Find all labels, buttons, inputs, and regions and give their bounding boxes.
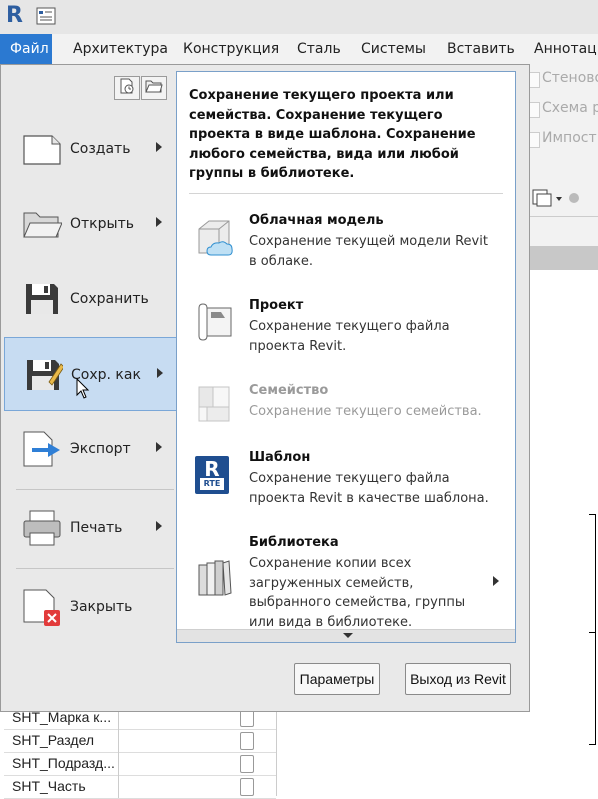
menu-separator bbox=[16, 568, 174, 569]
table-cell: SHT_Раздел bbox=[12, 732, 95, 748]
open-folder-icon bbox=[23, 212, 62, 238]
modify-tools-icon[interactable] bbox=[532, 188, 580, 208]
chevron-right-icon bbox=[156, 142, 162, 152]
panel-heading: Сохранение текущего проекта или семейств… bbox=[189, 88, 476, 181]
menu-item-label: Закрыть bbox=[70, 599, 133, 615]
menu-item-close[interactable]: Закрыть bbox=[4, 570, 178, 644]
library-icon bbox=[198, 560, 232, 596]
option-title: Облачная модель bbox=[249, 213, 384, 228]
row-checkbox[interactable] bbox=[240, 778, 254, 796]
save-option-template[interactable]: R RTE Шаблон Сохранение текущего файла п… bbox=[177, 450, 515, 510]
mouse-cursor-icon bbox=[76, 378, 90, 399]
table-cell: SHT_Подразд... bbox=[12, 755, 115, 771]
ribbon-item-mullion[interactable]: Импост bbox=[542, 130, 597, 146]
menu-item-label: Экспорт bbox=[70, 441, 131, 457]
cloud-model-icon bbox=[198, 220, 233, 256]
ribbon-item-curtain[interactable]: Стеново bbox=[542, 70, 598, 86]
option-description: Сохранение текущего семейства. bbox=[249, 404, 482, 419]
table-cell: SHT_Часть bbox=[12, 778, 86, 794]
menu-item-open[interactable]: Открыть bbox=[4, 187, 178, 261]
save-disk-icon bbox=[26, 284, 58, 314]
app-menu-commands: Создать Открыть Сохранить Сохр. как Эксп… bbox=[2, 66, 178, 711]
panel-scroll-down[interactable] bbox=[177, 629, 515, 642]
tab-file[interactable]: Файл bbox=[0, 34, 52, 64]
row-checkbox[interactable] bbox=[240, 755, 254, 773]
chevron-right-icon bbox=[493, 576, 499, 586]
menu-item-export[interactable]: Экспорт bbox=[4, 412, 178, 486]
tab-architecture[interactable]: Архитектура bbox=[73, 34, 168, 64]
template-icon: R RTE bbox=[195, 456, 229, 494]
menu-item-save[interactable]: Сохранить bbox=[4, 262, 178, 336]
menu-item-label: Печать bbox=[70, 520, 123, 536]
option-description: Сохранение текущего файла проекта Revit … bbox=[249, 471, 489, 506]
revit-logo-icon[interactable]: R bbox=[6, 4, 26, 28]
family-icon bbox=[198, 386, 230, 422]
chevron-down-icon bbox=[343, 633, 353, 638]
table-row[interactable]: SHT_Часть bbox=[4, 775, 276, 799]
exit-revit-button[interactable]: Выход из Revit bbox=[405, 663, 511, 695]
save-option-family[interactable]: Семейство Сохранение текущего семейства. bbox=[177, 383, 515, 427]
tab-systems[interactable]: Системы bbox=[361, 34, 426, 64]
option-description: Сохранение текущей модели Revit в облаке… bbox=[249, 234, 488, 269]
close-document-icon bbox=[23, 589, 60, 626]
save-as-icon bbox=[27, 360, 63, 390]
save-option-library[interactable]: Библиотека Сохранение копии всех загруже… bbox=[177, 535, 515, 630]
chevron-right-icon bbox=[156, 442, 162, 452]
row-checkbox[interactable] bbox=[240, 732, 254, 750]
menu-item-print[interactable]: Печать bbox=[4, 491, 178, 565]
option-title: Семейство bbox=[249, 383, 329, 398]
tab-annotate[interactable]: Аннотаци bbox=[534, 34, 598, 64]
menu-item-new[interactable]: Создать bbox=[4, 112, 178, 186]
open-documents-icon[interactable] bbox=[141, 76, 167, 100]
tab-insert[interactable]: Вставить bbox=[447, 34, 515, 64]
save-option-cloud-model[interactable]: Облачная модель Сохранение текущей модел… bbox=[177, 213, 515, 273]
properties-table: SHT_Марка к... SHT_Раздел SHT_Подразд...… bbox=[0, 706, 276, 799]
chevron-right-icon bbox=[157, 368, 163, 378]
export-icon bbox=[23, 431, 60, 467]
option-description: Сохранение текущего файла проекта Revit. bbox=[249, 319, 450, 354]
recent-documents-icon[interactable] bbox=[114, 76, 140, 100]
new-document-icon bbox=[23, 135, 61, 165]
save-as-panel: Сохранение текущего проекта или семейств… bbox=[176, 71, 516, 643]
project-icon bbox=[198, 303, 232, 341]
document-properties-icon[interactable] bbox=[36, 7, 56, 25]
menu-item-save-as[interactable]: Сохр. как bbox=[4, 337, 178, 411]
table-row[interactable]: SHT_Раздел bbox=[4, 729, 276, 753]
recent-docs-buttons bbox=[114, 76, 168, 100]
chevron-right-icon bbox=[156, 217, 162, 227]
menu-separator bbox=[16, 489, 174, 490]
option-title: Шаблон bbox=[249, 450, 311, 465]
save-option-project[interactable]: Проект Сохранение текущего файла проекта… bbox=[177, 298, 515, 358]
ribbon-item-grid[interactable]: Схема р bbox=[542, 100, 598, 116]
menu-item-label: Открыть bbox=[70, 216, 134, 232]
option-title: Проект bbox=[249, 298, 304, 313]
printer-icon bbox=[23, 510, 61, 546]
table-row[interactable]: SHT_Подразд... bbox=[4, 752, 276, 776]
menu-item-label: Создать bbox=[70, 141, 131, 157]
tab-structure[interactable]: Конструкция bbox=[183, 34, 279, 64]
options-button[interactable]: Параметры bbox=[294, 663, 380, 695]
panel-separator bbox=[189, 193, 503, 194]
tab-steel[interactable]: Сталь bbox=[297, 34, 341, 64]
menu-item-label: Сохр. как bbox=[71, 367, 141, 383]
menu-item-label: Сохранить bbox=[70, 291, 149, 307]
quick-access-toolbar: R bbox=[0, 0, 598, 34]
option-title: Библиотека bbox=[249, 535, 339, 550]
ribbon-tabs: Файл Архитектура Конструкция Сталь Систе… bbox=[0, 34, 598, 65]
chevron-right-icon bbox=[156, 521, 162, 531]
option-description: Сохранение копии всех загруженных семейс… bbox=[249, 556, 466, 630]
